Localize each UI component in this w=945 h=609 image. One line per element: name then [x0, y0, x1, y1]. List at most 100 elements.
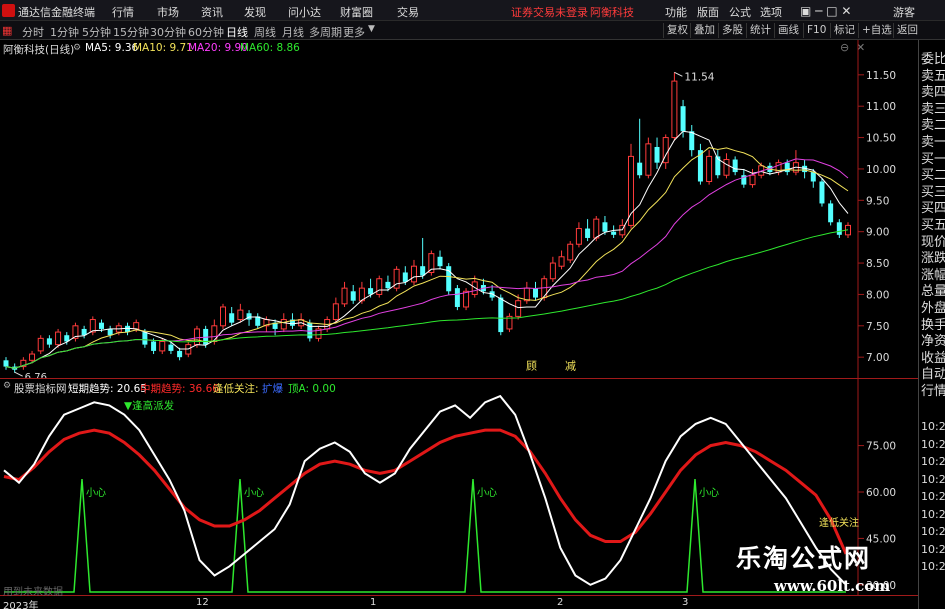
- time-item-2: 10:27: [921, 455, 945, 468]
- menu-formula[interactable]: 公式: [729, 4, 751, 20]
- candle-86: [749, 168, 756, 188]
- period-toolbar: ▦ 分时 1分钟 5分钟 15分钟 30分钟 60分钟 日线 周线 月线 多周期…: [0, 21, 945, 40]
- candle-80: [697, 143, 703, 185]
- mark-button[interactable]: 标记: [830, 23, 858, 38]
- candle-65: [567, 241, 574, 264]
- candle-14: [125, 322, 131, 336]
- high-pointer: [674, 71, 683, 77]
- candle-51: [446, 263, 452, 295]
- candle-0: [3, 357, 9, 370]
- multi-stock-button[interactable]: 多股: [718, 23, 746, 38]
- candle-25: [220, 303, 227, 329]
- add-watchlist-button[interactable]: +自选: [858, 23, 895, 38]
- app-title: 通达信金融终端: [18, 6, 95, 19]
- period-daily[interactable]: 日线: [226, 24, 248, 40]
- side-item-20[interactable]: 行情: [921, 380, 945, 399]
- caution-label-3: 小心: [699, 487, 719, 499]
- candle-10: [89, 316, 96, 336]
- menu-quotes[interactable]: 行情: [112, 4, 134, 20]
- overlay-button[interactable]: 叠加: [690, 23, 718, 38]
- main-y-label-9: 11.50: [866, 70, 896, 82]
- menu-wealth-circle[interactable]: 财富圈: [340, 4, 373, 20]
- candle-61: [533, 281, 539, 301]
- grid-icon[interactable]: ▦: [2, 24, 12, 37]
- candle-34: [298, 313, 305, 329]
- menu-options[interactable]: 选项: [760, 4, 782, 20]
- candle-91: [792, 150, 799, 176]
- candle-74: [645, 137, 652, 179]
- high-price-label: 11.54: [684, 71, 714, 83]
- candle-66: [575, 222, 582, 248]
- period-60min[interactable]: 60分钟: [188, 24, 224, 40]
- ma60-line: [5, 229, 849, 369]
- main-y-label-0: 7.00: [866, 352, 889, 364]
- period-weekly[interactable]: 周线: [254, 24, 276, 40]
- candle-60: [523, 281, 530, 304]
- menu-discover[interactable]: 发现: [244, 4, 266, 20]
- main-y-label-1: 7.50: [866, 321, 889, 333]
- draw-line-button[interactable]: 画线: [774, 23, 802, 38]
- caution-label-0: 小心: [86, 487, 106, 499]
- candlestick-chart[interactable]: 7.00 7.50 8.00 8.50 9.00 9.50 10.00 10.50 11.00 1…: [0, 40, 918, 378]
- window-controls-icon[interactable]: ▣ ─ □ ✕: [800, 4, 851, 18]
- candle-58: [506, 313, 513, 333]
- period-intraday[interactable]: 分时: [22, 24, 44, 40]
- main-y-label-4: 9.00: [866, 227, 889, 239]
- period-30min[interactable]: 30分钟: [150, 24, 186, 40]
- candle-96: [836, 219, 842, 238]
- candle-20: [177, 347, 183, 361]
- candle-77: [671, 72, 678, 141]
- time-item-0: 10:27: [921, 420, 945, 433]
- candle-2: [20, 357, 27, 370]
- candle-47: [410, 259, 417, 286]
- candle-26: [229, 306, 235, 326]
- year-label: 2023年: [3, 601, 39, 609]
- ma10-line: [5, 147, 849, 369]
- ind-y-label-3: 75.00: [866, 441, 896, 453]
- period-multi[interactable]: 多周期: [309, 24, 342, 40]
- period-1min[interactable]: 1分钟: [50, 24, 79, 40]
- f10-button[interactable]: F10: [803, 23, 829, 38]
- time-item-8: 10:27: [921, 560, 945, 573]
- candle-81: [706, 150, 713, 185]
- time-item-6: 10:27: [921, 525, 945, 538]
- menu-function[interactable]: 功能: [665, 4, 687, 20]
- candle-43: [376, 275, 383, 298]
- candle-39: [341, 281, 348, 307]
- stats-button[interactable]: 统计: [746, 23, 774, 38]
- menu-market[interactable]: 市场: [157, 4, 179, 20]
- menu-layout[interactable]: 版面: [697, 4, 719, 20]
- candle-31: [272, 319, 278, 336]
- menu-trade[interactable]: 交易: [397, 4, 419, 20]
- candle-49: [428, 250, 435, 276]
- candle-48: [420, 237, 426, 279]
- candle-70: [611, 225, 617, 238]
- candle-84: [732, 156, 738, 176]
- candle-64: [558, 250, 565, 270]
- time-item-1: 10:27: [921, 437, 945, 451]
- menu-assistant[interactable]: 问小达: [288, 4, 321, 20]
- watermark-url: www.60lt.com: [774, 577, 891, 595]
- candle-29: [255, 313, 261, 329]
- time-item-7: 10:27: [921, 542, 945, 556]
- candle-38: [332, 297, 339, 323]
- period-monthly[interactable]: 月线: [282, 24, 304, 40]
- main-y-label-5: 9.50: [866, 195, 889, 207]
- sell-signal-label: ▼逢高派发: [124, 399, 175, 412]
- adjust-button[interactable]: 复权: [663, 23, 691, 38]
- period-more[interactable]: 更多: [343, 24, 365, 40]
- month-label-dec: 12: [196, 597, 209, 608]
- back-button[interactable]: 返回: [893, 23, 921, 38]
- period-5min[interactable]: 5分钟: [82, 24, 111, 40]
- ma5-line: [5, 130, 849, 369]
- more-chevron-icon[interactable]: ▼: [368, 24, 375, 34]
- period-15min[interactable]: 15分钟: [113, 24, 149, 40]
- candle-63: [549, 256, 556, 282]
- candle-75: [654, 137, 660, 169]
- month-label-feb: 2: [557, 597, 564, 608]
- main-y-label-6: 10.00: [866, 164, 896, 176]
- low-focus-signal-label: 逢低关注: [819, 516, 859, 529]
- login-notice[interactable]: 证券交易未登录: [511, 4, 588, 20]
- guest-label[interactable]: 游客: [893, 4, 915, 20]
- menu-news[interactable]: 资讯: [201, 4, 223, 20]
